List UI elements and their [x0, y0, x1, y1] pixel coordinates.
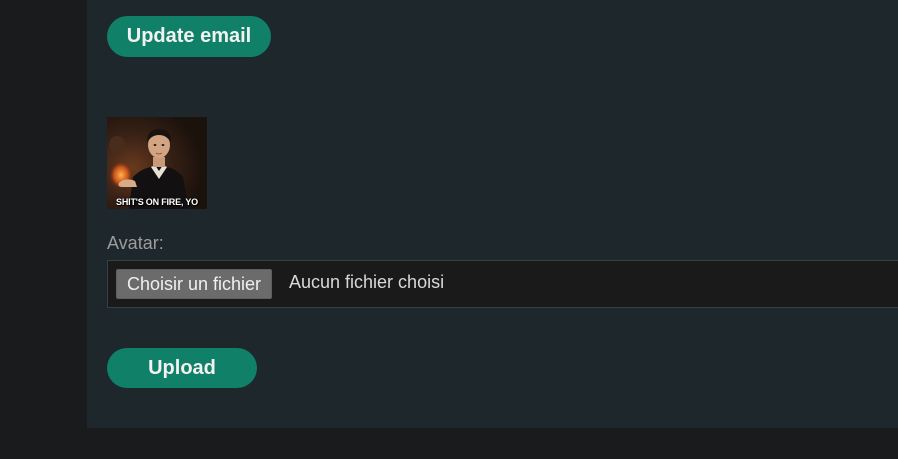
- file-status-text: Aucun fichier choisi: [289, 272, 445, 292]
- upload-button[interactable]: Upload: [107, 348, 257, 388]
- update-email-button[interactable]: Update email: [107, 16, 271, 57]
- bottom-strip: [0, 428, 898, 459]
- avatar-file-input[interactable]: Choisir un fichier Aucun fichier choisi: [107, 260, 898, 308]
- choose-file-button[interactable]: Choisir un fichier: [116, 269, 273, 299]
- avatar-image: SHIT'S ON FIRE, YO: [107, 117, 207, 209]
- avatar-field-label: Avatar:: [107, 233, 164, 253]
- profile-settings-panel: Update email SHIT'S ON FIRE, YO Avatar: …: [87, 0, 898, 428]
- left-gutter: [0, 0, 87, 459]
- avatar-caption: SHIT'S ON FIRE, YO: [116, 197, 198, 207]
- avatar-painting: [107, 117, 207, 209]
